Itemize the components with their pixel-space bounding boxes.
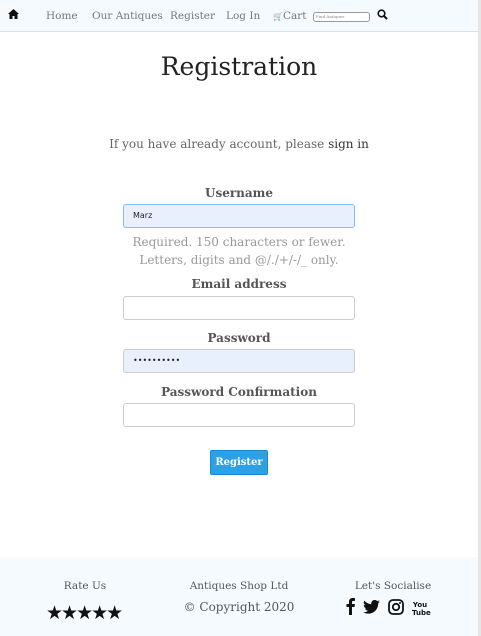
username-input[interactable]: Marz bbox=[123, 204, 355, 228]
register-button[interactable]: Register bbox=[210, 450, 268, 475]
footer bbox=[0, 557, 478, 636]
home-icon[interactable] bbox=[8, 9, 19, 22]
signin-link[interactable]: sign in bbox=[328, 137, 369, 151]
email-input[interactable] bbox=[123, 296, 355, 320]
nav-register[interactable]: Register bbox=[170, 10, 215, 22]
help-line: Required. 150 characters or fewer. bbox=[132, 235, 346, 249]
email-label: Email address bbox=[191, 277, 287, 291]
star-rating[interactable]: ★★★★★ bbox=[46, 602, 123, 624]
facebook-icon[interactable] bbox=[346, 598, 355, 619]
username-label: Username bbox=[204, 186, 273, 200]
password-confirmation-label: Password Confirmation bbox=[161, 385, 317, 399]
help-line: Letters, digits and @/./+/-/_ only. bbox=[139, 253, 339, 267]
page-title: Registration bbox=[160, 52, 318, 81]
search-icon[interactable] bbox=[377, 9, 388, 23]
search-input[interactable]: Find Antiques bbox=[313, 12, 370, 22]
cart-label: Cart bbox=[282, 10, 307, 22]
username-help: Required. 150 characters or fewer. Letter… bbox=[0, 233, 478, 269]
nav-login[interactable]: Log In bbox=[226, 10, 260, 22]
password-label: Password bbox=[207, 331, 271, 345]
cart-icon: 🛒 bbox=[273, 12, 283, 21]
password-input[interactable]: •••••••••• bbox=[123, 349, 355, 373]
nav-cart[interactable]: 🛒Cart bbox=[273, 10, 307, 22]
instagram-icon[interactable] bbox=[388, 598, 404, 619]
nav-home[interactable]: Home bbox=[46, 10, 78, 22]
nav-our-antiques[interactable]: Our Antiques bbox=[92, 10, 163, 22]
company-name: Antiques Shop Ltd bbox=[189, 580, 289, 592]
signin-prefix: If you have already account, please bbox=[109, 137, 329, 151]
youtube-icon[interactable]: You Tube bbox=[412, 601, 431, 617]
copyright: © Copyright 2020 bbox=[183, 600, 295, 614]
socialise-label: Let's Socialise bbox=[354, 580, 432, 592]
password-confirmation-input[interactable] bbox=[123, 403, 355, 427]
navbar: Home Our Antiques Register Log In 🛒Cart … bbox=[0, 0, 478, 32]
twitter-icon[interactable] bbox=[363, 599, 380, 618]
signin-prompt: If you have already account, please sign… bbox=[0, 137, 478, 151]
rate-us-label: Rate Us bbox=[63, 580, 107, 592]
